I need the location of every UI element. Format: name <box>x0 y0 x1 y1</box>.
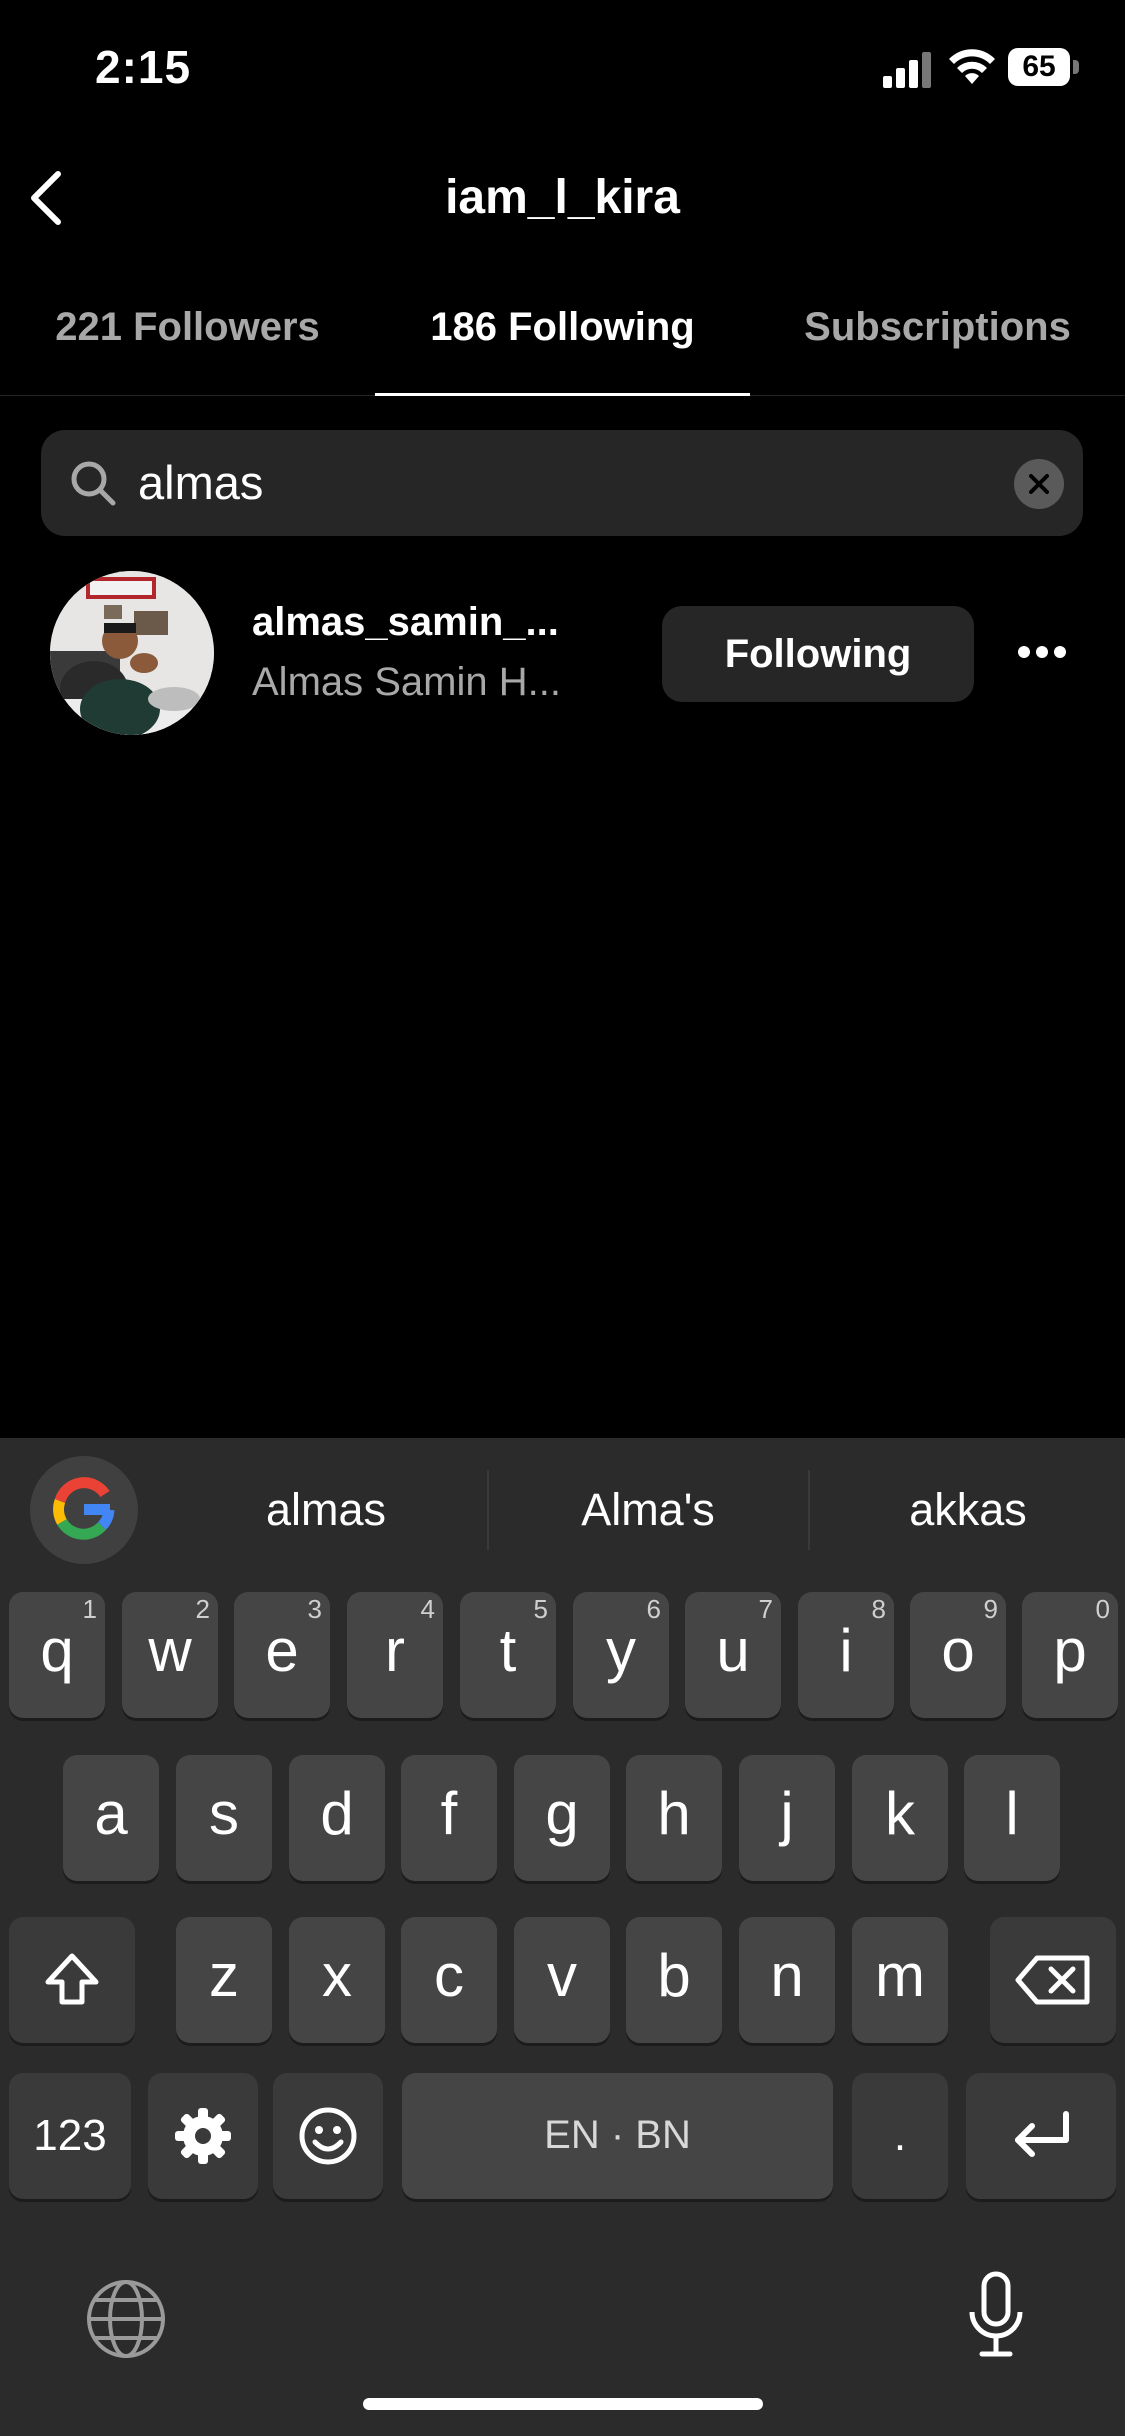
key-a[interactable]: a <box>63 1755 159 1881</box>
key-w[interactable]: 2w <box>122 1592 218 1718</box>
key-x[interactable]: x <box>289 1917 385 2043</box>
key-m[interactable]: m <box>852 1917 948 2043</box>
key-p[interactable]: 0p <box>1022 1592 1118 1718</box>
key-z[interactable]: z <box>176 1917 272 2043</box>
suggestion-akkas[interactable]: akkas <box>808 1484 1125 1536</box>
key-t[interactable]: 5t <box>460 1592 556 1718</box>
active-tab-indicator <box>375 393 750 396</box>
key-i[interactable]: 8i <box>798 1592 894 1718</box>
search-input[interactable] <box>138 452 988 512</box>
battery-icon <box>1073 60 1079 74</box>
backspace-key[interactable] <box>990 1917 1116 2043</box>
backspace-icon <box>1015 1955 1090 2005</box>
enter-icon <box>1015 2111 1069 2157</box>
shift-key[interactable] <box>9 1917 135 2043</box>
home-indicator[interactable] <box>363 2398 763 2410</box>
wifi-icon <box>949 49 995 84</box>
key-o[interactable]: 9o <box>910 1592 1006 1718</box>
tab-followers[interactable]: 221 Followers <box>0 305 375 350</box>
clear-search-icon[interactable] <box>1014 459 1064 509</box>
key-r[interactable]: 4r <box>347 1592 443 1718</box>
key-k[interactable]: k <box>852 1755 948 1881</box>
following-button[interactable]: Following <box>662 606 974 702</box>
google-icon[interactable] <box>30 1456 138 1564</box>
cellular-signal-icon <box>883 52 931 88</box>
key-e[interactable]: 3e <box>234 1592 330 1718</box>
key-c[interactable]: c <box>401 1917 497 2043</box>
microphone-icon[interactable] <box>966 2270 1026 2360</box>
key-f[interactable]: f <box>401 1755 497 1881</box>
key-l[interactable]: l <box>964 1755 1060 1881</box>
key-j[interactable]: j <box>739 1755 835 1881</box>
key-v[interactable]: v <box>514 1917 610 2043</box>
key-h[interactable]: h <box>626 1755 722 1881</box>
page-title: iam_l_kira <box>445 171 680 224</box>
globe-icon[interactable] <box>85 2278 167 2360</box>
result-username[interactable]: almas_samin_... <box>252 600 559 645</box>
key-y[interactable]: 6y <box>573 1592 669 1718</box>
period-key[interactable]: . <box>852 2073 948 2199</box>
key-s[interactable]: s <box>176 1755 272 1881</box>
search-icon <box>71 461 116 506</box>
key-g[interactable]: g <box>514 1755 610 1881</box>
smiley-icon <box>299 2107 357 2165</box>
gear-icon <box>175 2108 231 2164</box>
key-b[interactable]: b <box>626 1917 722 2043</box>
key-n[interactable]: n <box>739 1917 835 2043</box>
key-d[interactable]: d <box>289 1755 385 1881</box>
key-q[interactable]: 1q <box>9 1592 105 1718</box>
shift-icon <box>45 1953 99 2005</box>
emoji-key[interactable] <box>273 2073 383 2199</box>
numbers-key[interactable]: 123 <box>9 2073 131 2199</box>
result-full-name: Almas Samin H... <box>252 660 561 704</box>
avatar[interactable] <box>50 571 214 735</box>
space-bar[interactable]: EN · BN <box>402 2073 833 2199</box>
suggestion-almas-apostrophe[interactable]: Alma's <box>488 1484 808 1536</box>
key-u[interactable]: 7u <box>685 1592 781 1718</box>
more-options-icon[interactable] <box>1012 646 1072 660</box>
settings-key[interactable] <box>148 2073 258 2199</box>
enter-key[interactable] <box>966 2073 1116 2199</box>
battery-level: 65 <box>1008 48 1070 86</box>
tab-following[interactable]: 186 Following <box>375 305 750 350</box>
suggestion-almas[interactable]: almas <box>166 1484 486 1536</box>
tab-subscriptions[interactable]: Subscriptions <box>750 305 1125 350</box>
status-time: 2:15 <box>95 41 192 93</box>
